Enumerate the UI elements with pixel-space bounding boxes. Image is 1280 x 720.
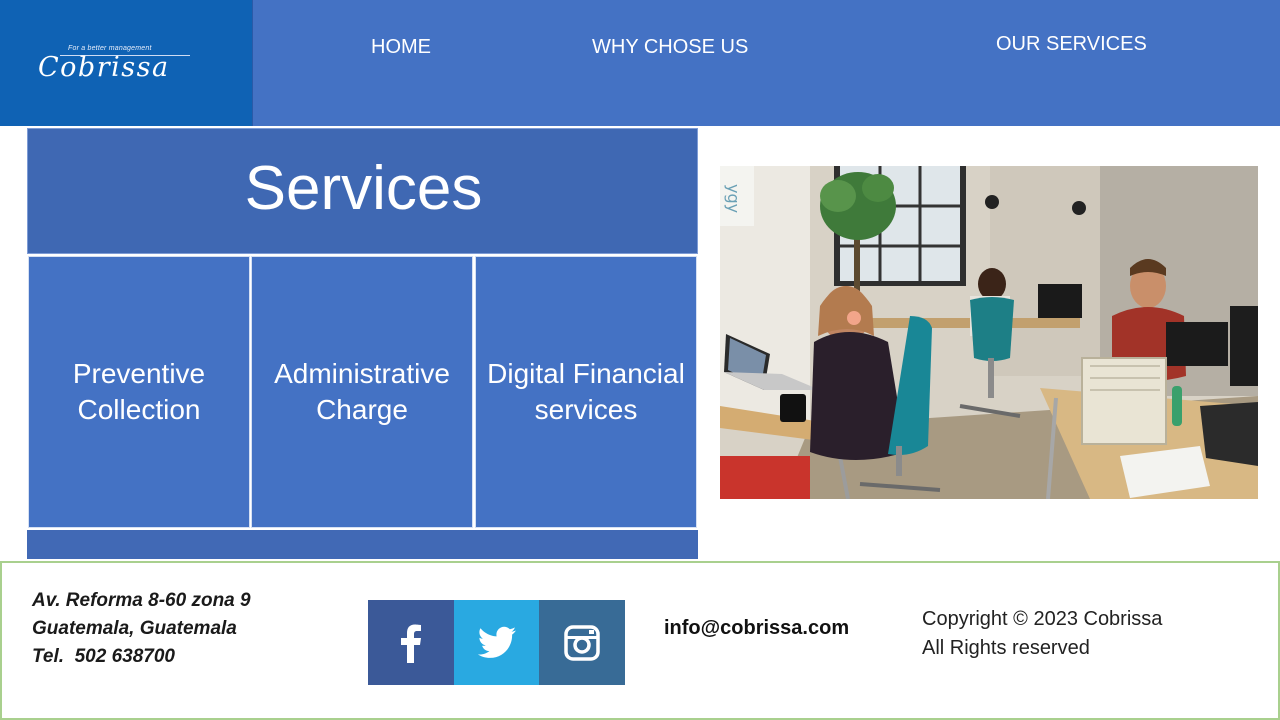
photo-sign-text: ygy — [724, 184, 743, 213]
instagram-button[interactable] — [539, 600, 625, 685]
service-card-label: Administrative Charge — [274, 358, 450, 425]
address-line: Guatemala, Guatemala — [32, 618, 237, 639]
logo[interactable]: For a better management Cobrissa — [0, 0, 253, 126]
header-bar: For a better management Cobrissa HOME WH… — [0, 0, 1280, 126]
nav-why-chose-us[interactable]: WHY CHOSE US — [592, 36, 748, 59]
page: For a better management Cobrissa HOME WH… — [0, 0, 1280, 720]
phone-line: Tel. 502 638700 — [32, 646, 175, 667]
address-line: Av. Reforma 8-60 zona 9 — [32, 590, 251, 611]
twitter-button[interactable] — [454, 600, 540, 685]
service-card-digital-financial-services[interactable]: Digital Financial services — [475, 256, 697, 528]
copyright: Copyright © 2023 Cobrissa All Rights res… — [922, 605, 1162, 663]
twitter-icon — [477, 626, 516, 658]
services-bottom-bar — [27, 530, 698, 559]
services-title: Services — [244, 154, 483, 223]
service-card-label: Preventive Collection — [72, 358, 206, 425]
instagram-icon — [564, 624, 600, 661]
footer: Av. Reforma 8-60 zona 9 Guatemala, Guate… — [0, 561, 1280, 720]
facebook-icon — [401, 624, 421, 663]
copyright-line: All Rights reserved — [922, 637, 1090, 659]
copyright-line: Copyright © 2023 Cobrissa — [922, 608, 1163, 630]
services-heading-box: Services — [27, 128, 698, 254]
service-card-preventive-collection[interactable]: Preventive Collection — [28, 256, 250, 528]
service-card-label: Digital Financial services — [487, 358, 685, 425]
footer-address: Av. Reforma 8-60 zona 9 Guatemala, Guate… — [32, 587, 251, 671]
logo-name: Cobrissa — [38, 52, 170, 83]
office-photo-illustration: ygy — [720, 166, 1258, 499]
nav-our-services[interactable]: OUR SERVICES — [996, 33, 1147, 56]
service-card-administrative-charge[interactable]: Administrative Charge — [251, 256, 473, 528]
nav-home[interactable]: HOME — [371, 36, 431, 59]
facebook-button[interactable] — [368, 600, 454, 685]
contact-email[interactable]: info@cobrissa.com — [664, 617, 849, 640]
logo-tagline: For a better management — [68, 45, 152, 52]
office-photo: ygy — [720, 166, 1258, 499]
